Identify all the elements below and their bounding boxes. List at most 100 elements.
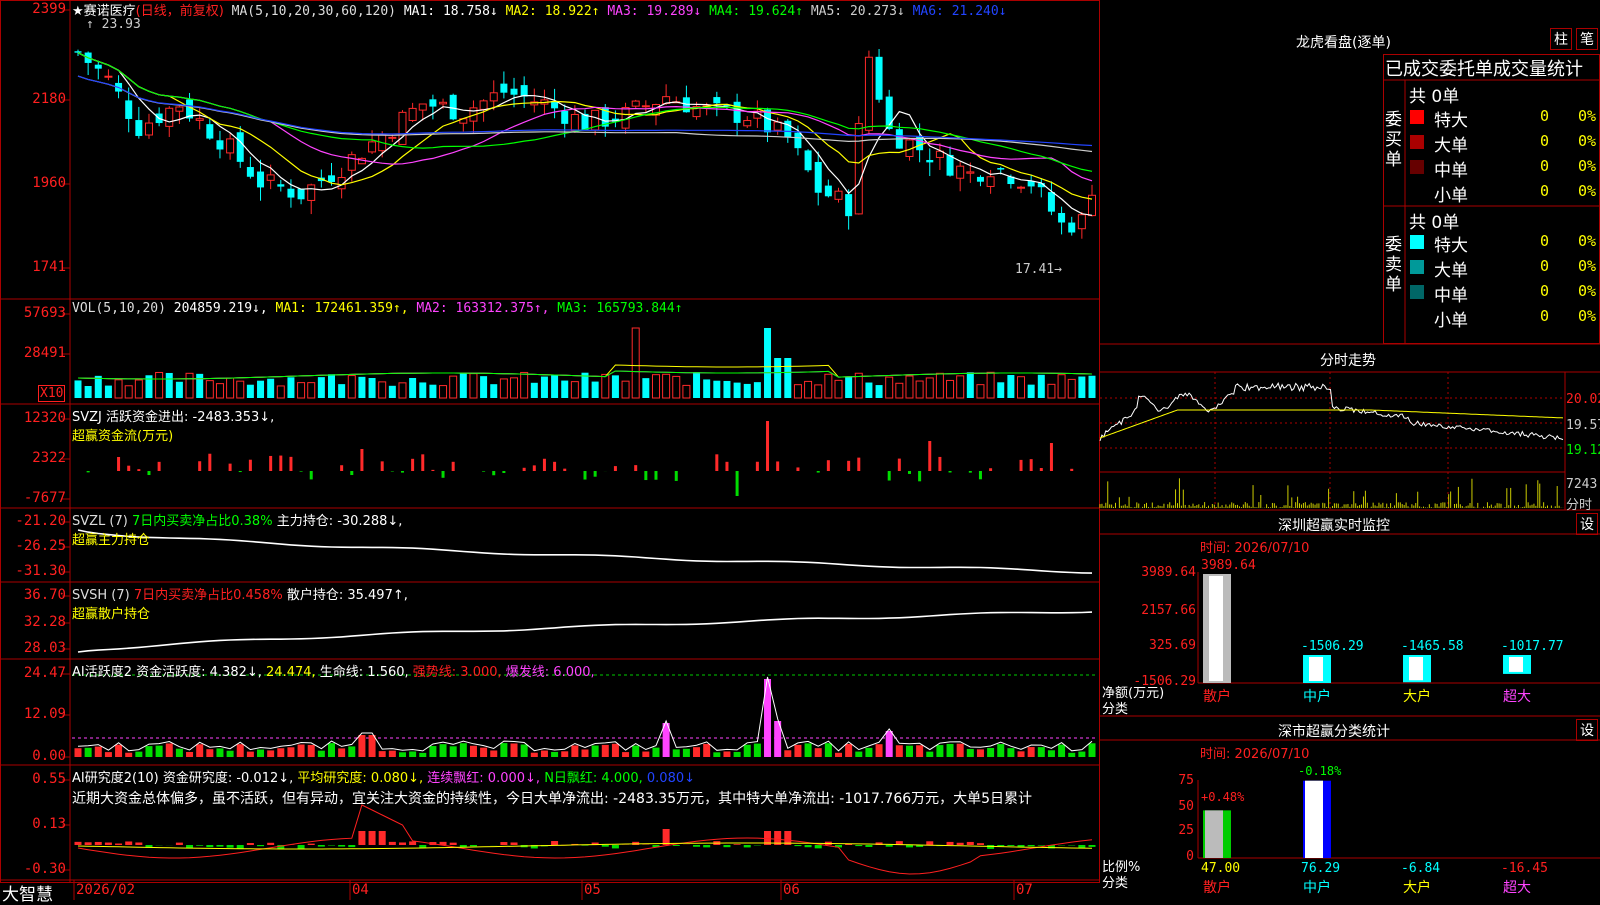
- fund-flow-bar: [969, 471, 972, 473]
- research-bar: [977, 843, 984, 845]
- volume-bar: [298, 383, 305, 398]
- axis-label: 0.55: [0, 771, 66, 787]
- tab-orders[interactable]: 委托单: [1439, 59, 1493, 80]
- header-part: 24.474,: [266, 665, 320, 680]
- column-view-button[interactable]: 柱: [1550, 28, 1572, 50]
- axis-label: -31.30: [0, 563, 66, 579]
- activity-bar: [855, 752, 862, 757]
- activity-bar: [876, 744, 883, 757]
- monitor-axis-label: 3989.64: [1110, 565, 1196, 580]
- ma-legend-item: MA4: 19.624↑: [701, 4, 803, 19]
- pen-view-button[interactable]: 笔: [1576, 28, 1598, 50]
- classify-axis-label: 25: [1150, 823, 1194, 838]
- candle-body: [145, 123, 152, 135]
- volume-bar: [794, 385, 801, 398]
- activity-bar: [298, 744, 305, 757]
- header-part: 生命线: 1.560,: [320, 665, 413, 680]
- monitor-bars: [1203, 574, 1531, 683]
- svzl-header: SVZL (7) 7日内买卖净占比0.38% 主力持仓: -30.288↓, 超…: [72, 510, 402, 548]
- volume-bar: [470, 374, 477, 398]
- volume-bar: [75, 380, 82, 398]
- classify-x-title: 分类: [1102, 872, 1128, 891]
- activity-bar: [419, 753, 426, 757]
- fund-flow-bar: [938, 457, 941, 471]
- research-bar: [75, 842, 82, 845]
- research-bar: [176, 843, 183, 845]
- activity-bar: [541, 751, 548, 757]
- axis-label: 2322: [0, 450, 66, 466]
- volume-bar: [531, 383, 538, 398]
- candle-body: [247, 167, 254, 177]
- candle-body: [1068, 223, 1075, 233]
- volume-bar: [95, 376, 102, 398]
- activity-bar: [318, 751, 325, 757]
- activity-bar: [216, 748, 223, 757]
- candle-body: [521, 85, 528, 96]
- ma-legend-item: MA(5,10,20,30,60,120): [232, 4, 404, 19]
- activity-bar: [247, 752, 254, 757]
- candle-body: [815, 162, 822, 193]
- activity-bar: [794, 745, 801, 757]
- order-count: 0: [1540, 157, 1549, 175]
- activity-bar: [500, 743, 507, 757]
- date-label: 05: [584, 882, 601, 898]
- fund-flow-bar: [675, 471, 678, 481]
- tab-volume-stats[interactable]: 成交量统计: [1493, 59, 1583, 80]
- activity-bar: [85, 748, 92, 757]
- activity-bar: [602, 745, 609, 757]
- fund-flow-bar: [482, 471, 485, 472]
- fund-flow-bar: [756, 462, 759, 471]
- candle-body: [176, 107, 183, 111]
- monitor-value: 3989.64: [1201, 558, 1256, 573]
- volume-bar: [815, 385, 822, 398]
- fund-flow-bar: [279, 456, 282, 471]
- classify-value: 76.29: [1301, 861, 1340, 876]
- volume-bar: [865, 383, 872, 398]
- research-bar: [1038, 845, 1045, 846]
- tab-traded[interactable]: 已成交: [1385, 59, 1439, 80]
- classify-value: -6.84: [1401, 861, 1440, 876]
- fund-flow-bar: [87, 471, 90, 472]
- buy-side-label: 委买单: [1385, 110, 1403, 170]
- volume-bar: [1007, 375, 1014, 398]
- fund-flow-bar: [1020, 460, 1023, 471]
- candle-body: [865, 57, 872, 130]
- volume-bar: [216, 384, 223, 398]
- activity-bar: [622, 752, 629, 757]
- activity-bar: [115, 745, 122, 757]
- activity-bar: [683, 749, 690, 757]
- fund-flow-bar: [584, 471, 587, 480]
- volume-bar: [490, 384, 497, 398]
- order-color-swatch: [1410, 310, 1424, 324]
- axis-label: 1960: [0, 175, 66, 191]
- activity-bar: [592, 746, 599, 757]
- header-part: 连续飘红: 0.000↓,: [427, 771, 544, 786]
- activity-bar: [145, 746, 152, 757]
- candle-body: [450, 95, 457, 120]
- header-part: 0.080↓: [647, 771, 695, 786]
- volume-bar: [135, 380, 142, 398]
- fund-flow-bar: [898, 459, 901, 471]
- activity-bar: [723, 751, 730, 757]
- stock-chart-canvas[interactable]: [0, 0, 1600, 900]
- candle-body: [561, 111, 568, 124]
- candle-body: [997, 168, 1004, 170]
- candle-body: [237, 132, 244, 162]
- research-bar: [267, 843, 274, 845]
- monitor-settings-button[interactable]: 设: [1576, 513, 1598, 535]
- order-count: 0: [1540, 132, 1549, 150]
- vol-header-part: VOL(5,10,20): [72, 301, 174, 316]
- research-bar: [1007, 845, 1014, 846]
- fund-flow-bar: [239, 471, 242, 472]
- research-bar: [227, 845, 234, 848]
- activity-bar: [480, 748, 487, 757]
- activity-bar: [693, 747, 700, 757]
- candle-body: [480, 101, 487, 110]
- volume-bar: [399, 383, 406, 398]
- order-color-swatch: [1410, 260, 1424, 274]
- fund-flow-bar: [229, 464, 232, 471]
- axis-label: 2399: [0, 1, 66, 17]
- activity-bar: [379, 751, 386, 757]
- fund-flow-bar: [736, 471, 739, 496]
- classify-settings-button[interactable]: 设: [1576, 719, 1598, 741]
